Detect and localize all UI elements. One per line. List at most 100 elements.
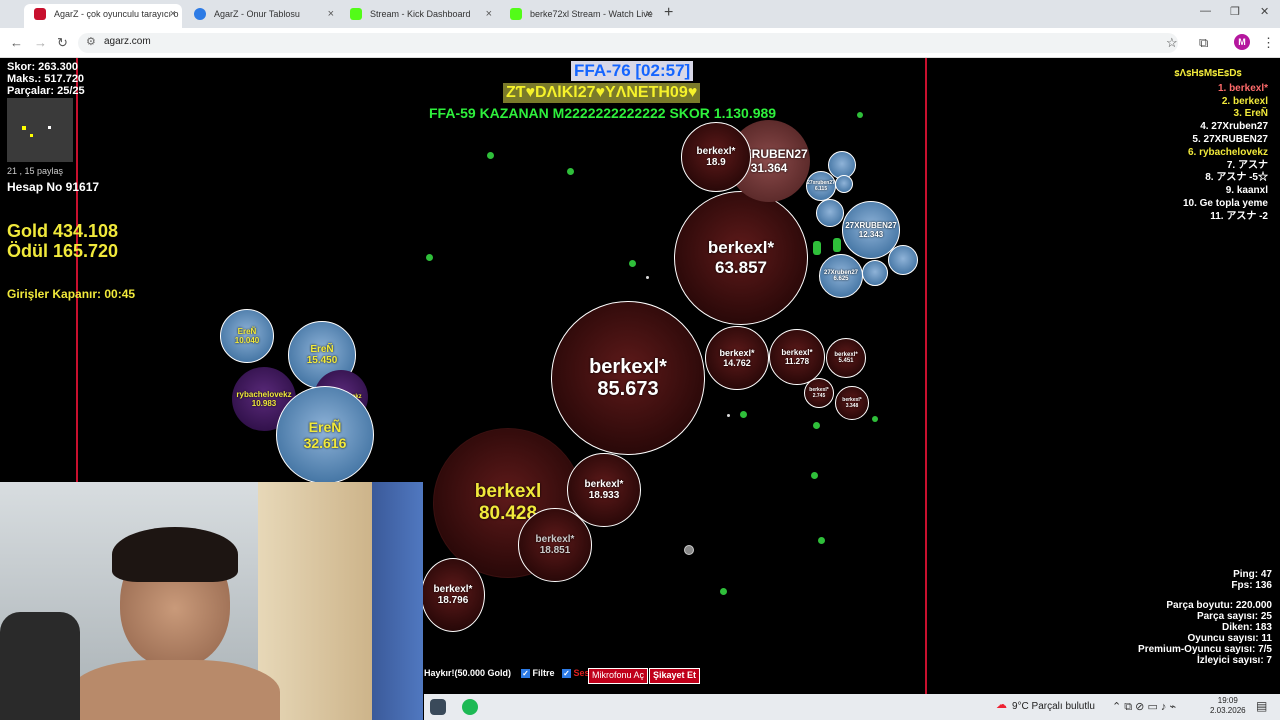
filter-toggle[interactable]: ✓ Filtre	[521, 668, 555, 686]
enemy-cell: 27xruben27 6.115	[806, 171, 836, 201]
player-cell: berkexl* 14.762	[705, 326, 769, 390]
tab-kick-watch[interactable]: berke72xl Stream - Watch Live ×	[500, 4, 658, 28]
leaderboard-list: 1. berkexl* 2. berkexl 3. EreÑ 4. 27Xruben2…	[1142, 83, 1268, 224]
food-pellet	[629, 260, 636, 267]
tray-icons[interactable]: ⌃ ⧉ ⊘ ▭ ♪ ⌁	[1112, 700, 1176, 714]
maximize-button[interactable]: ❐	[1230, 5, 1240, 18]
minimap-dot	[22, 126, 26, 130]
leaderboard-entry: 7. アスナ	[1226, 159, 1268, 171]
close-window-button[interactable]: ✕	[1260, 5, 1269, 18]
connection-stats: Ping: 47 Fps: 136	[1231, 569, 1272, 591]
mic-on-button[interactable]: Mikrofonu Aç	[588, 668, 649, 684]
close-tab-icon[interactable]: ×	[170, 4, 176, 24]
player-cell: berkexl* 18.796	[421, 558, 485, 632]
close-tab-icon[interactable]: ×	[646, 4, 652, 24]
game-stats: Parça boyutu: 220.000 Parça sayısı: 25 D…	[1138, 600, 1272, 666]
menu-icon[interactable]: ⋮	[1262, 35, 1275, 51]
leaderboard-entry: 5. 27XRUBEN27	[1192, 133, 1268, 145]
webcam-chair	[0, 612, 80, 720]
viewers-text: İzleyici sayısı: 7	[1196, 655, 1272, 666]
app-icon[interactable]	[430, 699, 446, 715]
players-text: Oyuncu sayısı: 11	[1187, 633, 1273, 644]
leaderboard-title: ꜱΛꜱHꜱMꜱEꜱDꜱ	[1174, 68, 1242, 79]
extensions-icon[interactable]: ⧉	[1199, 35, 1208, 51]
player-cell: berkexl* 5.451	[826, 338, 866, 378]
food-pellet	[720, 588, 727, 595]
leaderboard-entry: 4. 27Xruben27	[1200, 121, 1268, 133]
player-cell: berkexl* 3.348	[835, 386, 869, 420]
report-button[interactable]: Şikayet Et	[649, 668, 701, 684]
reload-icon[interactable]: ↻	[57, 35, 68, 51]
food-pellet	[872, 416, 878, 422]
webcam-person-body	[70, 660, 280, 720]
map-border-right	[925, 58, 927, 694]
ping-text: Ping: 47	[1233, 569, 1272, 580]
food-pellet	[426, 254, 433, 261]
kick-icon	[350, 8, 362, 20]
food-pellet	[813, 241, 821, 255]
profile-avatar[interactable]: M	[1234, 34, 1250, 50]
notification-icon[interactable]: ▤	[1256, 699, 1267, 713]
leaderboard-entry: 9. kaanxl	[1225, 185, 1268, 197]
shout-button[interactable]: Haykır!(50.000 Gold)	[424, 668, 511, 686]
webcam-overlay	[0, 482, 423, 720]
food-pellet	[740, 411, 747, 418]
score-text: Skor: 263.300	[7, 61, 78, 73]
address-bar-row: ← → ↻ ⚙ agarz.com ☆ ⧉ M ⋮	[0, 28, 1280, 58]
webcam-window	[372, 482, 423, 720]
tab-onur-tablosu[interactable]: AgarZ - Onur Tablosu ×	[184, 4, 340, 28]
food-pellet	[813, 422, 820, 429]
os-taskbar: ☁ 9°C Parçalı bulutlu ⌃ ⧉ ⊘ ▭ ♪ ⌁ 19:09 …	[424, 694, 1280, 720]
leaderboard-entry: 10. Ge topla yeme	[1182, 197, 1268, 209]
close-tab-icon[interactable]: ×	[328, 4, 334, 24]
leaderboard-entry: 3. EreÑ	[1233, 108, 1268, 120]
browser-tab-bar: AgarZ - çok oyunculu tarayıcı o × AgarZ …	[0, 0, 1280, 28]
player-cell: berkexl* 2.745	[804, 378, 834, 408]
part-size-text: Parça boyutu: 220.000	[1166, 600, 1272, 611]
minimap-caption: 21 , 15 paylaş	[7, 166, 64, 176]
minimap	[7, 98, 73, 162]
player-cell: berkexl* 18.851	[518, 508, 592, 582]
minimap-dot	[48, 126, 51, 129]
close-tab-icon[interactable]: ×	[486, 4, 492, 24]
food-pellet	[811, 472, 818, 479]
agarz-favicon	[34, 8, 46, 20]
leaderboard: ꜱΛꜱHꜱMꜱEꜱDꜱ 1. berkexl* 2. berkexl 3. EreÑ…	[1142, 66, 1274, 238]
spotify-icon[interactable]	[462, 699, 478, 715]
forward-icon[interactable]: →	[34, 35, 47, 50]
leaderboard-entry: 6. rybachelovekz	[1187, 146, 1268, 158]
tab-kick-dashboard[interactable]: Stream - Kick Dashboard ×	[340, 4, 498, 28]
enemy-cell	[862, 260, 888, 286]
leaderboard-entry: 2. berkexl	[1221, 95, 1268, 107]
reward-text: Ödül 165.720	[7, 241, 119, 261]
new-tab-button[interactable]: +	[664, 4, 673, 22]
food-pellet	[646, 276, 649, 279]
site-info-icon[interactable]: ⚙	[86, 35, 96, 48]
checkbox-checked-icon[interactable]: ✓	[521, 669, 530, 678]
enemy-cell: 27Xruben27 6.625	[819, 254, 863, 298]
url-field[interactable]: ⚙ agarz.com	[78, 33, 1178, 53]
sound-toggle[interactable]: ✓ Ses	[562, 668, 590, 686]
player-cell: berkexl* 18.9	[681, 122, 751, 192]
food-pellet	[727, 414, 730, 417]
minimize-button[interactable]: —	[1200, 5, 1211, 17]
entries-close-timer: Girişler Kapanır: 00:45	[7, 287, 136, 301]
back-icon[interactable]: ←	[10, 35, 23, 50]
part-count-text: Parça sayısı: 25	[1196, 611, 1272, 622]
ffa-timer: FFA-76 [02:57]	[571, 61, 694, 81]
weather-text[interactable]: 9°C Parçalı bulutlu	[1012, 701, 1095, 712]
tab-agarz[interactable]: AgarZ - çok oyunculu tarayıcı o ×	[24, 4, 182, 28]
score-panel: Skor: 263.300 Maks.: 517.720 Parçalar: 2…	[7, 61, 85, 97]
parts-text: Parçalar: 25/25	[7, 85, 85, 97]
checkbox-checked-icon[interactable]: ✓	[562, 669, 571, 678]
globe-icon	[194, 8, 206, 20]
food-pellet	[487, 152, 494, 159]
bookmark-star-icon[interactable]: ☆	[1166, 35, 1178, 51]
player-cell: berkexl* 11.278	[769, 329, 825, 385]
player-cell: berkexl* 63.857	[674, 191, 808, 325]
fps-text: Fps: 136	[1231, 580, 1272, 591]
clock[interactable]: 19:09 2.03.2026	[1210, 696, 1246, 716]
food-pellet	[818, 537, 825, 544]
enemy-cell: EreÑ 10.040	[220, 309, 274, 363]
spikes-text: Diken: 183	[1221, 622, 1272, 633]
